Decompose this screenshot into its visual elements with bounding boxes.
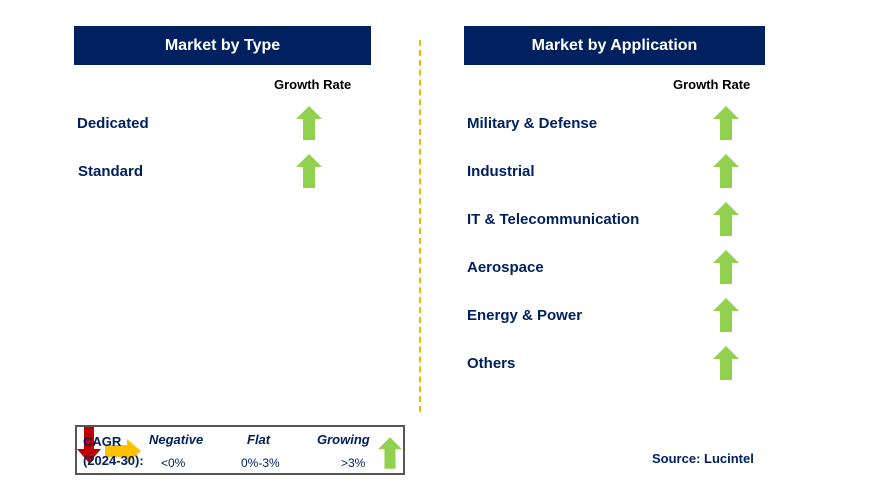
legend-negative-range: <0%	[161, 456, 186, 470]
up-arrow-icon	[296, 106, 322, 140]
legend-period: (2024-30):	[83, 453, 144, 468]
type-panel-title: Market by Type	[74, 26, 371, 65]
application-label: Military & Defense	[467, 115, 598, 132]
up-arrow-icon	[713, 346, 739, 380]
application-label: IT & Telecommunication	[467, 211, 640, 228]
up-arrow-icon	[713, 202, 739, 236]
cagr-legend: CAGR (2024-30): Negative <0% Flat 0%-3% …	[75, 425, 405, 475]
legend-growing: Growing	[317, 432, 370, 447]
up-arrow-icon	[713, 298, 739, 332]
up-arrow-icon	[713, 250, 739, 284]
up-arrow-icon	[378, 436, 402, 470]
application-label: Energy & Power	[467, 307, 583, 324]
source-text: Source: Lucintel	[652, 451, 754, 466]
legend-growing-range: >3%	[341, 456, 366, 470]
type-label-standard: Standard	[78, 163, 144, 180]
up-arrow-icon	[713, 154, 739, 188]
up-arrow-icon	[296, 154, 322, 188]
legend-cagr: CAGR	[83, 434, 122, 449]
application-growth-header: Growth Rate	[673, 77, 751, 92]
application-panel-title: Market by Application	[464, 26, 765, 65]
legend-negative: Negative	[149, 432, 204, 447]
type-growth-header: Growth Rate	[274, 77, 352, 92]
type-label-dedicated: Dedicated	[77, 115, 149, 132]
application-label: Industrial	[467, 163, 535, 180]
up-arrow-icon	[713, 106, 739, 140]
application-label: Others	[467, 355, 516, 372]
divider	[419, 40, 421, 412]
legend-flat: Flat	[247, 432, 271, 447]
legend-flat-range: 0%-3%	[241, 456, 280, 470]
application-label: Aerospace	[467, 259, 544, 276]
